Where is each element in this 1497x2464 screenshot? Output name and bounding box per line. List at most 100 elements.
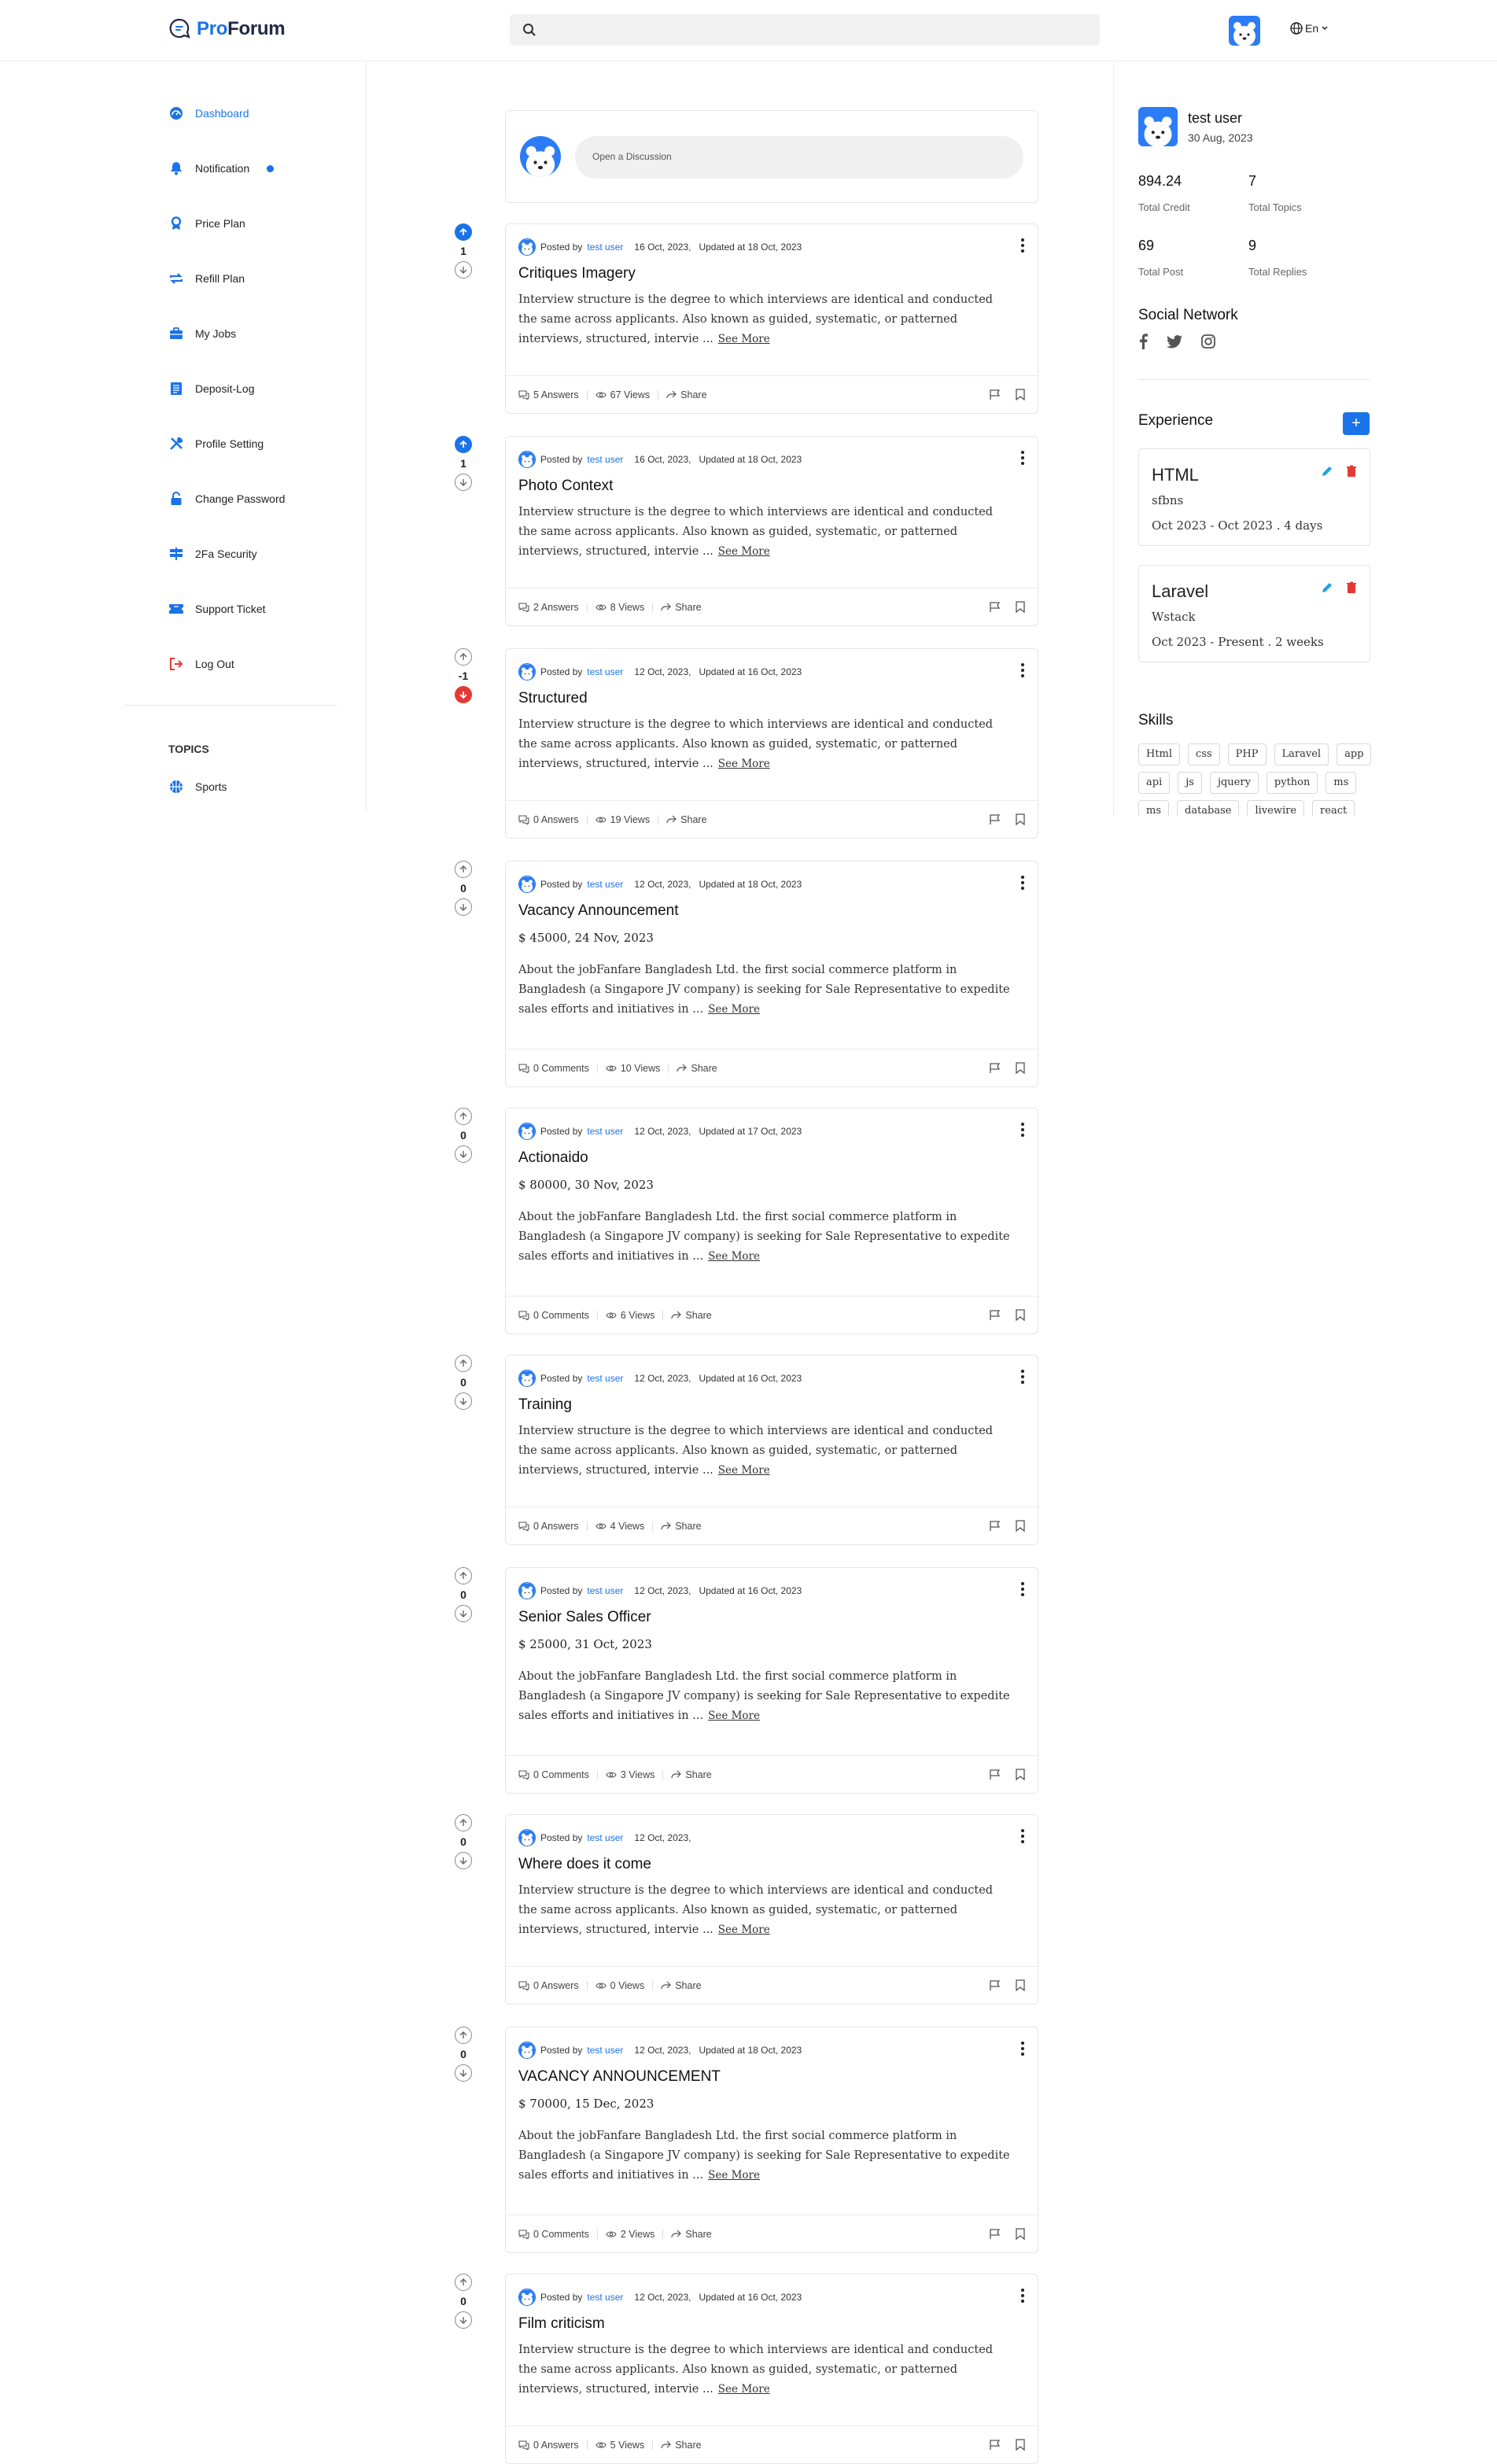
more-options-icon[interactable] <box>1020 2042 1025 2056</box>
facebook-icon[interactable] <box>1138 334 1148 349</box>
flag-icon[interactable] <box>989 1769 1001 1780</box>
sidebar-item-deposit-log[interactable]: Deposit-Log <box>168 381 255 397</box>
author-link[interactable]: test user <box>587 242 623 253</box>
sidebar-item-2fa-security[interactable]: 2Fa Security <box>168 546 257 562</box>
upvote-arrow-icon[interactable] <box>455 436 472 453</box>
post-title[interactable]: Where does it come <box>518 1856 651 1873</box>
answers-count[interactable]: 0 Comments <box>518 1063 589 1074</box>
twitter-icon[interactable] <box>1167 334 1182 349</box>
sidebar-item-price-plan[interactable]: Price Plan <box>168 216 245 231</box>
author-link[interactable]: test user <box>587 454 623 465</box>
downvote-arrow-icon[interactable] <box>455 898 472 916</box>
sidebar-item-log-out[interactable]: Log Out <box>168 656 234 672</box>
sidebar-item-change-password[interactable]: Change Password <box>168 491 285 507</box>
instagram-icon[interactable] <box>1201 334 1215 349</box>
edit-pencil-icon[interactable] <box>1321 581 1333 594</box>
bookmark-icon[interactable] <box>1016 1520 1025 1532</box>
post-title[interactable]: Critiques Imagery <box>518 265 636 282</box>
see-more-link[interactable]: See More <box>708 1710 760 1722</box>
flag-icon[interactable] <box>989 389 1001 400</box>
author-link[interactable]: test user <box>587 1373 623 1384</box>
author-link[interactable]: test user <box>587 2045 623 2056</box>
downvote-arrow-icon[interactable] <box>455 1392 472 1410</box>
upvote-arrow-icon[interactable] <box>455 2027 472 2044</box>
language-selector[interactable]: En <box>1290 22 1329 35</box>
sidebar-item-notification[interactable]: Notification <box>168 160 275 176</box>
share-button[interactable]: Share <box>671 2229 712 2240</box>
share-button[interactable]: Share <box>666 389 707 400</box>
more-options-icon[interactable] <box>1020 1582 1025 1596</box>
upvote-arrow-icon[interactable] <box>455 1108 472 1125</box>
flag-icon[interactable] <box>989 1979 1001 1991</box>
bookmark-icon[interactable] <box>1016 1769 1025 1780</box>
upvote-arrow-icon[interactable] <box>455 1355 472 1372</box>
sidebar-item-refill-plan[interactable]: Refill Plan <box>168 271 245 286</box>
post-title[interactable]: Photo Context <box>518 478 613 495</box>
post-title[interactable]: Senior Sales Officer <box>518 1609 651 1626</box>
answers-count[interactable]: 0 Comments <box>518 2229 589 2240</box>
open-discussion-input[interactable]: Open a Discussion <box>575 136 1023 179</box>
share-button[interactable]: Share <box>677 1063 717 1074</box>
search-input[interactable] <box>510 14 1100 46</box>
add-experience-button[interactable]: + <box>1343 412 1370 435</box>
downvote-arrow-icon[interactable] <box>455 1605 472 1622</box>
author-link[interactable]: test user <box>587 879 623 890</box>
answers-count[interactable]: 0 Comments <box>518 1310 589 1321</box>
edit-pencil-icon[interactable] <box>1321 465 1333 478</box>
more-options-icon[interactable] <box>1020 238 1025 253</box>
see-more-link[interactable]: See More <box>708 1250 760 1263</box>
post-title[interactable]: Film criticism <box>518 2315 605 2333</box>
post-card[interactable]: Posted by test user 12 Oct, 2023, Update… <box>505 1108 1038 1334</box>
author-link[interactable]: test user <box>587 1832 623 1843</box>
more-options-icon[interactable] <box>1020 663 1025 677</box>
flag-icon[interactable] <box>989 601 1001 613</box>
share-button[interactable]: Share <box>666 814 707 825</box>
answers-count[interactable]: 0 Answers <box>518 814 579 825</box>
downvote-arrow-icon[interactable] <box>455 474 472 491</box>
upvote-arrow-icon[interactable] <box>455 861 472 878</box>
answers-count[interactable]: 0 Answers <box>518 1980 579 1991</box>
upvote-arrow-icon[interactable] <box>455 648 472 666</box>
bookmark-icon[interactable] <box>1016 389 1025 400</box>
flag-icon[interactable] <box>989 1062 1001 1074</box>
sidebar-item-support-ticket[interactable]: Support Ticket <box>168 601 266 617</box>
answers-count[interactable]: 0 Answers <box>518 1521 579 1532</box>
sidebar-item-dashboard[interactable]: Dashboard <box>168 105 249 121</box>
see-more-link[interactable]: See More <box>708 1003 760 1016</box>
topic-sports[interactable]: Sports <box>168 779 227 795</box>
share-button[interactable]: Share <box>671 1310 712 1321</box>
downvote-arrow-icon[interactable] <box>455 261 472 278</box>
answers-count[interactable]: 5 Answers <box>518 389 579 400</box>
see-more-link[interactable]: See More <box>718 545 770 558</box>
post-card[interactable]: Posted by test user 12 Oct, 2023, Update… <box>505 861 1038 1087</box>
post-title[interactable]: Actionaido <box>518 1149 588 1167</box>
more-options-icon[interactable] <box>1020 2289 1025 2303</box>
answers-count[interactable]: 2 Answers <box>518 602 579 613</box>
bookmark-icon[interactable] <box>1016 601 1025 613</box>
author-link[interactable]: test user <box>587 666 623 677</box>
sidebar-item-my-jobs[interactable]: My Jobs <box>168 326 236 341</box>
more-options-icon[interactable] <box>1020 876 1025 890</box>
upvote-arrow-icon[interactable] <box>455 2274 472 2291</box>
logo[interactable]: ProForum <box>168 17 286 41</box>
downvote-arrow-icon[interactable] <box>455 2311 472 2329</box>
share-button[interactable]: Share <box>671 1769 712 1780</box>
see-more-link[interactable]: See More <box>708 2169 760 2182</box>
flag-icon[interactable] <box>989 2228 1001 2240</box>
user-avatar[interactable] <box>1229 16 1260 46</box>
bookmark-icon[interactable] <box>1016 1309 1025 1321</box>
more-options-icon[interactable] <box>1020 451 1025 465</box>
trash-icon[interactable] <box>1346 581 1357 594</box>
upvote-arrow-icon[interactable] <box>455 1567 472 1584</box>
post-card[interactable]: Posted by test user 12 Oct, 2023, Update… <box>505 2027 1038 2253</box>
see-more-link[interactable]: See More <box>718 1464 770 1477</box>
see-more-link[interactable]: See More <box>718 758 770 770</box>
more-options-icon[interactable] <box>1020 1829 1025 1843</box>
post-title[interactable]: VACANCY ANNOUNCEMENT <box>518 2068 721 2086</box>
upvote-arrow-icon[interactable] <box>455 223 472 241</box>
post-title[interactable]: Structured <box>518 690 588 707</box>
sidebar-item-profile-setting[interactable]: Profile Setting <box>168 436 264 452</box>
share-button[interactable]: Share <box>661 1980 702 1991</box>
bookmark-icon[interactable] <box>1016 1062 1025 1074</box>
flag-icon[interactable] <box>989 1520 1001 1532</box>
